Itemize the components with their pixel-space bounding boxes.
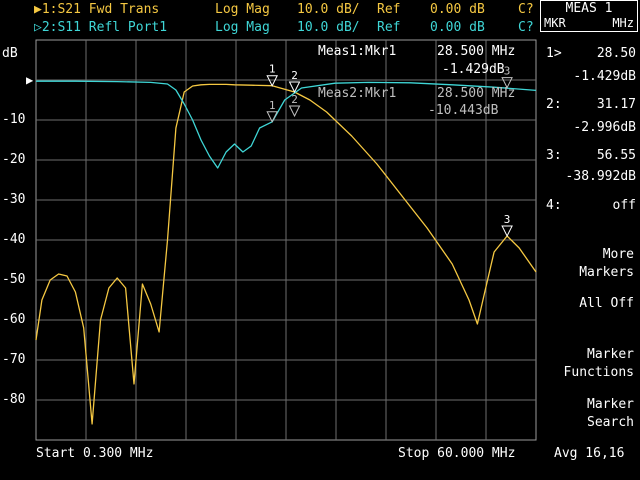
trace1-ref-value: 0.00 dB <box>430 2 485 17</box>
meas-title-box: MEAS 1 MKR MHz <box>540 0 638 32</box>
marker-id-label: 1 <box>269 63 276 76</box>
meas1-freq: 28.500 MHz <box>437 44 516 59</box>
y-tick-label: -70 <box>2 352 26 367</box>
trace-plot[interactable]: 1 231 23 <box>0 0 640 480</box>
marker4-freq: off <box>612 198 636 213</box>
trace2-scale: 10.0 dB/ <box>297 20 360 35</box>
meas-left-unit: MKR <box>544 16 566 30</box>
y-tick-label: -50 <box>2 272 26 287</box>
stop-frequency[interactable]: Stop 60.000 MHz <box>398 446 515 462</box>
marker2-freq: 31.17 <box>596 97 636 112</box>
trace1-cal: C? <box>518 2 534 17</box>
marker2-value: -2.996dB <box>573 120 636 135</box>
meas1-value: -1.429dB <box>442 62 505 77</box>
reference-level-icon: ▶ <box>26 73 34 87</box>
trace2-cal: C? <box>518 20 534 35</box>
trace2-label: 2:S11 Refl Port1 <box>41 20 168 35</box>
trace2-format: Log Mag <box>215 20 270 35</box>
softkey-line: More <box>602 247 634 262</box>
softkey-line: All Off <box>579 296 634 311</box>
softkey-line: Search <box>587 415 634 430</box>
marker1-freq: 28.50 <box>596 46 636 61</box>
more-markers-softkey[interactable]: More Markers <box>579 246 634 282</box>
softkey-line: Marker <box>587 397 634 412</box>
softkey-line: Markers <box>579 265 634 280</box>
active-trace-icon: ▶ <box>34 2 42 17</box>
marker-search-softkey[interactable]: Marker Search <box>587 396 634 432</box>
trace1-scale: 10.0 dB/ <box>297 2 360 17</box>
y-tick-label: -60 <box>2 312 26 327</box>
y-tick-label: -10 <box>2 112 26 127</box>
meas1-label: Meas1:Mkr1 <box>318 44 397 59</box>
y-tick-label: -40 <box>2 232 26 247</box>
marker-functions-softkey[interactable]: Marker Functions <box>564 346 634 382</box>
marker3-freq: 56.55 <box>596 148 636 163</box>
trace2-ref-value: 0.00 dB <box>430 20 485 35</box>
marker-triangle <box>288 105 301 118</box>
marker3-number: 3: <box>546 148 562 163</box>
marker3-value: -38.992dB <box>565 169 636 184</box>
marker-id-label: 3 <box>504 213 511 226</box>
trace1-label: 1:S21 Fwd Trans <box>41 2 160 17</box>
trace1-header[interactable]: ▶1:S21 Fwd Trans <box>34 2 159 18</box>
marker1-number: 1> <box>546 46 562 61</box>
y-tick-label: -20 <box>2 152 26 167</box>
marker-id-label: 2 <box>291 93 298 106</box>
meas2-freq: 28.500 MHz <box>437 86 516 101</box>
meas2-value: -10.443dB <box>428 103 499 118</box>
trace1-ref-label: Ref <box>377 2 401 17</box>
y-unit-label: dB <box>2 46 18 61</box>
softkey-line: Functions <box>563 365 634 380</box>
marker2-number: 2: <box>546 97 562 112</box>
trace1-format: Log Mag <box>215 2 270 17</box>
y-tick-label: -80 <box>2 392 26 407</box>
marker1-value: -1.429dB <box>573 69 636 84</box>
marker4-number: 4: <box>546 198 562 213</box>
marker-triangle <box>266 75 278 87</box>
averaging-status: Avg 16,16 <box>554 446 625 461</box>
all-off-softkey[interactable]: All Off <box>579 295 634 313</box>
marker-id-label: 1 <box>269 99 276 112</box>
meas-title: MEAS 1 <box>565 1 613 16</box>
trace2-ref-label: Ref <box>377 20 401 35</box>
meas2-label: Meas2:Mkr1 <box>318 86 397 101</box>
marker-triangle <box>501 225 513 238</box>
inactive-trace-icon: ▷ <box>34 20 42 35</box>
y-tick-label: -30 <box>2 192 26 207</box>
softkey-line: Marker <box>587 347 634 362</box>
trace2-header[interactable]: ▷2:S11 Refl Port1 <box>34 20 167 36</box>
marker-id-label: 2 <box>291 69 298 82</box>
start-frequency[interactable]: Start 0.300 MHz <box>36 446 153 462</box>
meas-right-unit: MHz <box>612 16 634 30</box>
